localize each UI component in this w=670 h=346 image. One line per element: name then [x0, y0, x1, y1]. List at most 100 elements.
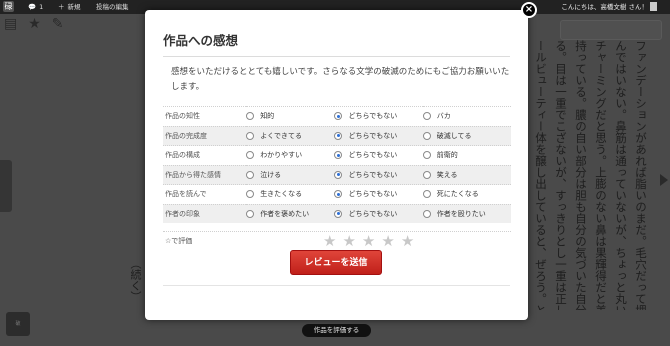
- star-icon[interactable]: ★: [381, 232, 394, 251]
- account-greeting[interactable]: こんにちは、高橋文樹 さん！: [561, 0, 648, 14]
- text-column: ールビューティー体を醸し出していると、ぜろう。と言えなく: [534, 40, 548, 310]
- close-button[interactable]: ×: [521, 2, 537, 18]
- radio-button[interactable]: [246, 151, 255, 160]
- rating-option[interactable]: 前衛的: [422, 150, 511, 160]
- rating-option-cell: 作者を殴りたい: [422, 203, 511, 223]
- rating-option-label: 笑える: [436, 170, 458, 179]
- radio-button[interactable]: [246, 112, 255, 121]
- text-column: チャーミングだと思う。上膨のない鼻は果輝得だと美しさを: [594, 40, 608, 310]
- rating-option-cell: よくできてる: [246, 125, 335, 146]
- radio-button[interactable]: [246, 190, 255, 199]
- radio-button[interactable]: [246, 131, 255, 140]
- rating-option[interactable]: バカ: [422, 111, 511, 121]
- new-content-link[interactable]: ＋ 新規: [58, 0, 81, 14]
- radio-button[interactable]: [334, 112, 343, 121]
- rating-option-cell: 前衛的: [422, 145, 511, 165]
- rating-option-cell: 生きたくなる: [246, 184, 335, 204]
- rating-option-label: 前衛的: [436, 151, 458, 160]
- rating-row-label: 作品の知性: [163, 106, 247, 126]
- radio-button[interactable]: [422, 209, 431, 218]
- rating-option-label: どちらでもない: [348, 112, 398, 121]
- side-panel-handle[interactable]: [0, 160, 12, 212]
- star-icon[interactable]: ★: [28, 16, 41, 32]
- radio-button[interactable]: [334, 209, 343, 218]
- rating-option-label: 死にたくなる: [436, 190, 479, 199]
- rating-option-label: 作者を褒めたい: [260, 209, 310, 218]
- rating-option[interactable]: 笑える: [422, 170, 511, 180]
- radio-button[interactable]: [422, 131, 431, 140]
- rating-option[interactable]: どちらでもない: [334, 170, 422, 180]
- rating-option-cell: バカ: [422, 106, 511, 126]
- plus-icon: ＋: [58, 3, 65, 11]
- rating-option-cell: わかりやすい: [246, 145, 335, 165]
- reader-search-input[interactable]: [560, 20, 662, 40]
- star-icon[interactable]: ★: [362, 232, 375, 251]
- next-page-arrow-icon[interactable]: [660, 174, 668, 186]
- avatar[interactable]: [650, 2, 657, 11]
- radio-button[interactable]: [246, 170, 255, 179]
- star-icon[interactable]: ★: [342, 232, 355, 251]
- text-column: ファンデーションがあれば脂いのまだ。毛穴だって埋: [634, 40, 648, 310]
- rating-option-label: 破滅してる: [436, 131, 472, 140]
- rating-option[interactable]: 作者を褒めたい: [246, 209, 334, 219]
- radio-button[interactable]: [422, 112, 431, 121]
- rating-option[interactable]: どちらでもない: [334, 189, 422, 199]
- rating-row-label: 作品の構成: [163, 145, 247, 165]
- rating-option[interactable]: どちらでもない: [334, 111, 422, 121]
- site-badge-icon[interactable]: 破: [6, 312, 30, 336]
- submit-review-button[interactable]: レビューを送信: [290, 250, 382, 275]
- toc-icon[interactable]: ▤: [4, 16, 17, 32]
- rating-option[interactable]: 破滅してる: [422, 131, 511, 141]
- rating-row: 作品から得た感情 泣ける どちらでもない 笑える: [163, 164, 511, 185]
- rating-option[interactable]: どちらでもない: [334, 150, 422, 160]
- rating-option-cell: どちらでもない: [334, 184, 423, 204]
- rating-option-label: バカ: [436, 112, 451, 121]
- star-rating-row: ☆で評価 ★ ★ ★ ★ ★: [163, 231, 511, 252]
- reader-text: ファンデーションがあれば脂いのまだ。毛穴だって埋 んではいない。鼻筋は通っていな…: [519, 40, 649, 310]
- rating-option[interactable]: わかりやすい: [246, 150, 334, 160]
- radio-button[interactable]: [334, 190, 343, 199]
- rating-option-cell: 作者を褒めたい: [246, 203, 335, 223]
- radio-button[interactable]: [334, 151, 343, 160]
- edit-post-link[interactable]: 投稿の編集: [96, 0, 129, 14]
- review-modal: 作品への感想 感想をいただけるととても嬉しいです。さらなる文学の破滅のためにもご…: [145, 10, 528, 320]
- tag-icon[interactable]: ✎: [52, 16, 64, 32]
- rating-row-label: 作者の印象: [163, 203, 247, 223]
- rate-work-button[interactable]: 作品を評価する: [302, 324, 371, 337]
- rating-option[interactable]: どちらでもない: [334, 131, 422, 141]
- rating-option-label: よくできてる: [260, 131, 302, 140]
- radio-button[interactable]: [246, 209, 255, 218]
- rating-option[interactable]: どちらでもない: [334, 209, 422, 219]
- star-icon[interactable]: ★: [401, 232, 414, 251]
- rating-option[interactable]: よくできてる: [246, 131, 334, 141]
- rating-option[interactable]: 作者を殴りたい: [422, 209, 511, 219]
- rating-option[interactable]: 生きたくなる: [246, 189, 334, 199]
- rating-option-cell: どちらでもない: [334, 203, 423, 223]
- rating-option-label: どちらでもない: [348, 151, 398, 160]
- new-label: 新規: [67, 3, 81, 11]
- rating-row: 作品の知性 知的 どちらでもない バカ: [163, 106, 511, 126]
- rating-option[interactable]: 死にたくなる: [422, 189, 511, 199]
- star-icon[interactable]: ★: [323, 232, 336, 251]
- rating-table: 作品の知性 知的 どちらでもない バカ 作品の完成度 よくできてる どちらでもない 破滅してる…: [163, 106, 511, 223]
- radio-button[interactable]: [422, 170, 431, 179]
- rating-option-label: どちらでもない: [348, 209, 398, 218]
- comments-link[interactable]: 💬 1: [28, 0, 43, 14]
- rating-option-label: どちらでもない: [348, 190, 398, 199]
- star-rating: ★ ★ ★ ★ ★: [323, 232, 414, 251]
- rating-option[interactable]: 泣ける: [246, 170, 334, 180]
- rating-option-label: わかりやすい: [260, 151, 303, 160]
- rating-row: 作品を読んで 生きたくなる どちらでもない 死にたくなる: [163, 184, 511, 204]
- rating-row-label: 作品の完成度: [163, 125, 247, 146]
- rating-option-cell: 死にたくなる: [422, 184, 511, 204]
- comments-count: 1: [39, 3, 44, 11]
- radio-button[interactable]: [334, 170, 343, 179]
- radio-button[interactable]: [422, 190, 431, 199]
- radio-button[interactable]: [334, 131, 343, 140]
- site-logo-icon[interactable]: 碌: [3, 1, 14, 12]
- radio-button[interactable]: [422, 151, 431, 160]
- text-column: んではいない。鼻筋は通っていないが、ちょっと丸い鼻は: [614, 40, 628, 310]
- rating-row: 作品の構成 わかりやすい どちらでもない 前衛的: [163, 145, 511, 165]
- rating-option[interactable]: 知的: [246, 111, 334, 121]
- text-column: る。目は一重でこざないが、すっきりとし一重は正しく: [554, 40, 568, 310]
